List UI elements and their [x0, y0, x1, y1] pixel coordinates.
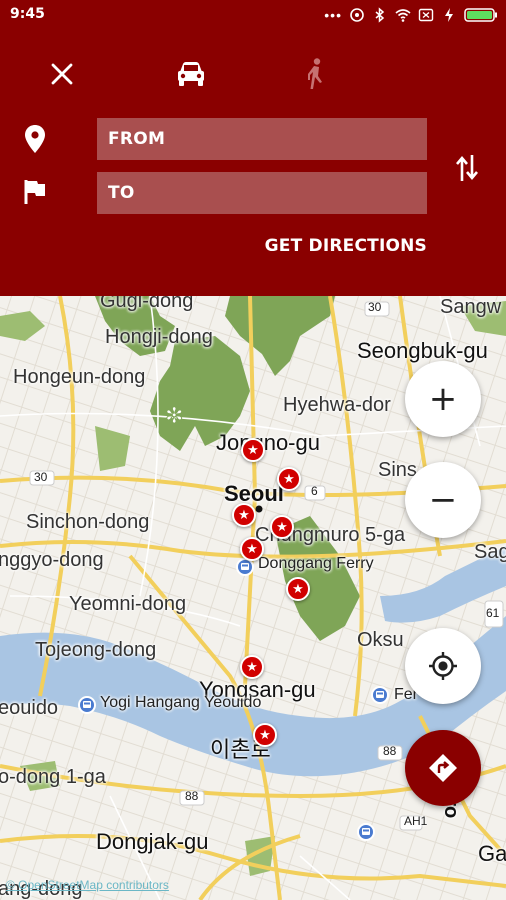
road-number: 61 — [486, 606, 500, 620]
map-label: Sangw — [440, 296, 502, 318]
from-row-icon — [20, 122, 50, 156]
ferry-terminal-icon[interactable] — [78, 696, 96, 714]
map-label: Sinchon-dong — [26, 511, 150, 533]
directions-panel: GET DIRECTIONS — [0, 30, 506, 296]
map-label: o-dong 1-ga — [0, 766, 106, 788]
mode-walk-button[interactable] — [291, 50, 339, 98]
star-marker-icon[interactable]: ★ — [240, 655, 264, 679]
crosshair-icon — [429, 652, 457, 680]
road-number: 30 — [368, 300, 382, 314]
road-number: 6 — [311, 484, 318, 498]
close-button[interactable] — [38, 50, 86, 98]
map-label: Ga — [478, 841, 506, 866]
map-label: Gugi-dong — [100, 296, 194, 312]
map-label: nggyo-dong — [0, 549, 104, 571]
star-marker-icon[interactable]: ★ — [270, 515, 294, 539]
map-label: eouido — [0, 697, 59, 719]
to-input[interactable] — [97, 172, 427, 214]
map-label: Donggang Ferry — [258, 555, 374, 572]
map-label: Dongjak-gu — [96, 829, 209, 854]
mode-drive-button[interactable] — [167, 50, 215, 98]
charging-icon — [445, 8, 453, 22]
map-label: Hyehwa-dor — [283, 394, 391, 416]
ferry-terminal-icon[interactable] — [357, 823, 375, 841]
zoom-out-button[interactable]: − — [405, 462, 481, 538]
star-marker-icon[interactable]: ★ — [253, 723, 277, 747]
map-label: Yogi Hangang Yeouido — [100, 694, 262, 711]
swap-button[interactable] — [450, 148, 484, 188]
status-bar: 9:45 ••• — [0, 0, 506, 30]
map-label: Tojeong-dong — [35, 639, 157, 661]
star-marker-icon[interactable]: ★ — [277, 467, 301, 491]
battery-icon — [464, 8, 497, 22]
star-marker-icon[interactable]: ★ — [286, 577, 310, 601]
more-notifications-icon: ••• — [324, 7, 342, 23]
close-icon — [51, 63, 73, 85]
star-marker-icon[interactable]: ★ — [240, 537, 264, 561]
svg-text:✻: ✻ — [165, 404, 183, 429]
directions-icon — [429, 754, 457, 782]
star-marker-icon[interactable]: ★ — [241, 438, 265, 462]
my-location-button[interactable] — [405, 628, 481, 704]
swap-icon — [456, 155, 478, 181]
road-number: 88 — [185, 789, 199, 803]
map-label: Seongbuk-gu — [357, 338, 488, 363]
from-input[interactable] — [97, 118, 427, 160]
map-label-seoul: Seoul — [224, 481, 284, 506]
directions-fab-button[interactable] — [405, 730, 481, 806]
car-icon — [178, 62, 204, 86]
status-icons: ••• — [324, 5, 498, 25]
road-number: 30 — [34, 470, 48, 484]
star-marker-icon[interactable]: ★ — [232, 503, 256, 527]
bluetooth-icon — [375, 7, 385, 23]
map-label: Hongji-dong — [105, 326, 213, 348]
plus-icon: + — [428, 379, 458, 419]
attribution-link[interactable]: © OpenStreetMap contributors — [6, 878, 169, 892]
get-directions-button[interactable]: GET DIRECTIONS — [265, 236, 427, 256]
flag-icon — [24, 180, 45, 204]
map-label: Oksu — [357, 629, 404, 651]
minus-icon: − — [428, 480, 458, 520]
walk-icon — [308, 58, 322, 89]
to-row-icon — [20, 175, 50, 209]
road-number: AH1 — [404, 814, 428, 828]
map-label: Sag — [474, 541, 506, 563]
road-number: 88 — [383, 744, 397, 758]
zoom-in-button[interactable]: + — [405, 361, 481, 437]
map-view[interactable]: ✻ 30 30 6 88 88 AH1 61 Gugi-dong Sangw H… — [0, 296, 506, 900]
location-pin-icon — [25, 125, 45, 153]
status-time: 9:45 — [10, 6, 45, 22]
wifi-icon — [395, 9, 411, 22]
ferry-terminal-icon[interactable] — [371, 686, 389, 704]
map-label: Hongeun-dong — [13, 366, 146, 388]
map-label: Jongno-gu — [216, 430, 320, 455]
map-label: Yeomni-dong — [69, 593, 187, 615]
sim-off-icon — [418, 8, 434, 22]
vpn-icon — [350, 8, 364, 22]
